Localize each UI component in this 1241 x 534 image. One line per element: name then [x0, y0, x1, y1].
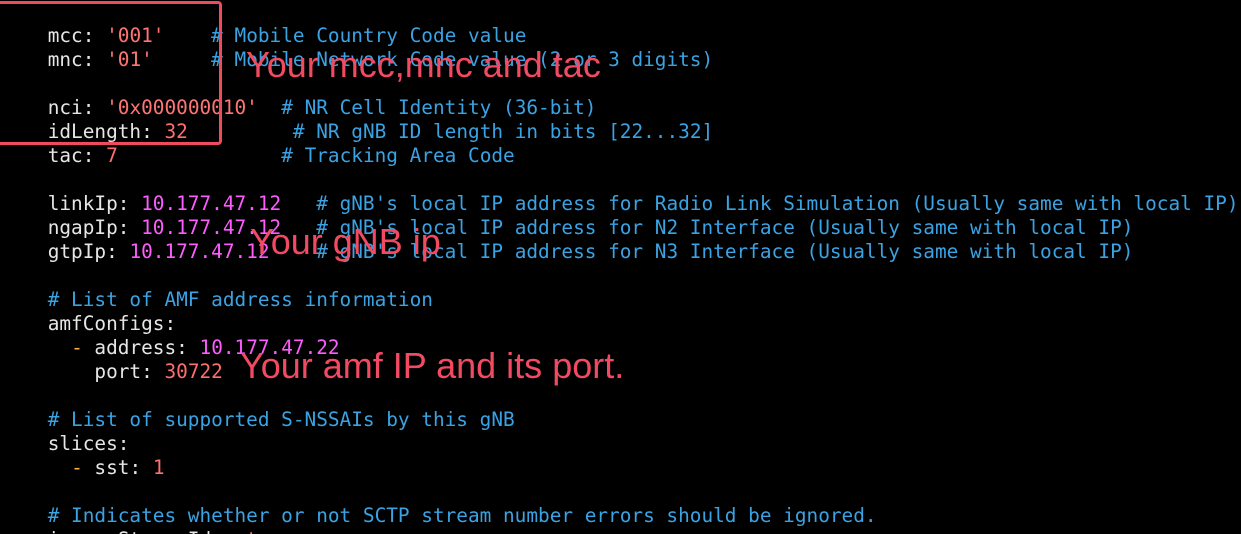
code-line-idlength: idLength: 32 # NR gNB ID length in bits … [1, 96, 713, 143]
colon: : [82, 144, 107, 167]
colon: : [129, 456, 153, 479]
yaml-value: 30722 [164, 360, 223, 383]
code-line-gtpip: gtpIp: 10.177.47.12 # gNB's local IP add… [1, 216, 1134, 263]
colon: : [223, 528, 246, 534]
annotation-amf-ip-port: Your amf IP and its port. [240, 345, 625, 386]
yaml-key: port [94, 360, 142, 383]
code-line-amf-comment: # List of AMF address information [1, 264, 433, 311]
yaml-value: 1 [152, 456, 165, 479]
code-line-amf-port: port: 30722 [1, 336, 222, 383]
colon: : [106, 240, 130, 263]
list-dash: - [71, 456, 95, 479]
annotation-gnb-ip: Your gNB ip [250, 221, 441, 262]
code-line-tac: tac: 7 # Tracking Area Code [1, 120, 515, 167]
yaml-key: mnc [47, 48, 83, 71]
yaml-key: tac [47, 144, 83, 167]
terminal-editor[interactable]: mcc: '001' # Mobile Country Code value m… [0, 0, 1241, 534]
annotation-mcc-mnc-tac: Your mcc,mnc and tac [246, 44, 601, 85]
code-line-amfconfigs: amfConfigs: [1, 288, 176, 335]
yaml-value: true [246, 528, 293, 534]
yaml-value: '01' [106, 48, 153, 71]
code-line-linkip: linkIp: 10.177.47.12 # gNB's local IP ad… [1, 168, 1239, 215]
yaml-comment: # Tracking Area Code [281, 144, 515, 167]
yaml-key: sst [94, 456, 130, 479]
code-line-mcc: mcc: '001' # Mobile Country Code value [1, 0, 527, 47]
code-line-ignorestreamids: ignoreStreamIds: true [1, 504, 293, 534]
code-line-sst: - sst: 1 [1, 432, 164, 479]
yaml-value: 7 [106, 144, 118, 167]
yaml-value: 10.177.47.12 [129, 240, 270, 263]
code-line-ngapip: ngapIp: 10.177.47.12 # gNB's local IP ad… [1, 192, 1134, 239]
yaml-key: gtpIp [47, 240, 107, 263]
colon: : [82, 48, 107, 71]
code-line-slices: slices: [1, 408, 130, 455]
code-line-amf-address: - address: 10.177.47.22 [1, 312, 340, 359]
code-line-slices-comment: # List of supported S-NSSAIs by this gNB [1, 384, 515, 431]
colon: : [141, 360, 165, 383]
yaml-key: ignoreStreamIds [48, 528, 223, 534]
code-line-sctp-comment: # Indicates whether or not SCTP stream n… [1, 480, 877, 527]
